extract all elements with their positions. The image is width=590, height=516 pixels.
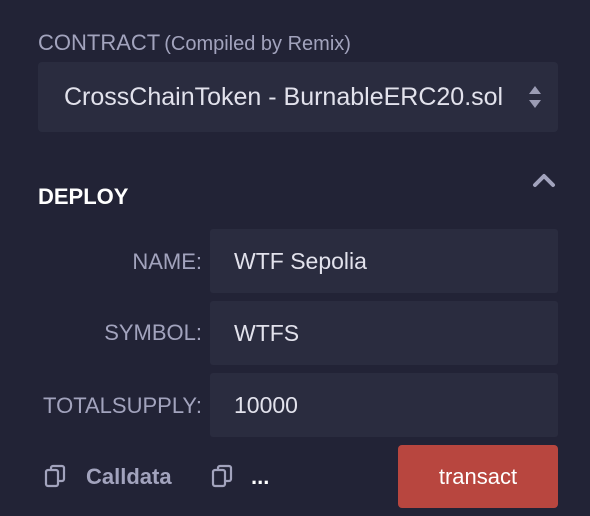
copy-calldata-icon[interactable] bbox=[44, 464, 66, 488]
name-label: NAME: bbox=[132, 249, 202, 274]
select-arrows-icon bbox=[529, 86, 541, 108]
contract-select-value: CrossChainToken - BurnableERC20.sol bbox=[64, 83, 504, 111]
symbol-input[interactable]: WTFS bbox=[210, 301, 558, 365]
copy-parameters-icon[interactable] bbox=[211, 464, 233, 488]
totalsupply-label: TOTALSUPPLY: bbox=[43, 393, 202, 418]
contract-sublabel: (Compiled by Remix) bbox=[164, 33, 351, 55]
name-input[interactable]: WTF Sepolia bbox=[210, 229, 558, 293]
deploy-title: DEPLOY bbox=[38, 184, 129, 209]
contract-select[interactable]: CrossChainToken - BurnableERC20.sol bbox=[38, 62, 558, 132]
symbol-label: SYMBOL: bbox=[104, 320, 202, 345]
contract-label: CONTRACT (Compiled by Remix) bbox=[38, 30, 351, 57]
calldata-label[interactable]: Calldata bbox=[86, 464, 172, 490]
totalsupply-input[interactable]: 10000 bbox=[210, 373, 558, 437]
contract-label-text: CONTRACT bbox=[38, 30, 161, 55]
parameters-dots-label[interactable]: ... bbox=[251, 464, 269, 490]
deploy-panel: CONTRACT (Compiled by Remix) CrossChainTo… bbox=[0, 0, 590, 516]
chevron-up-icon[interactable] bbox=[532, 170, 556, 190]
transact-button[interactable]: transact bbox=[398, 445, 558, 508]
